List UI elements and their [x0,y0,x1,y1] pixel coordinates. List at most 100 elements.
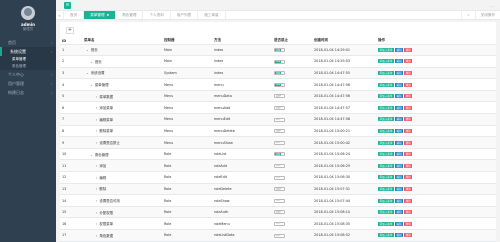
table-row[interactable]: 12› 编辑RoleroleEditONOFF 2018-01-04 15:06:… [60,171,496,184]
toggle-switch[interactable]: ON [274,48,285,53]
delete-button[interactable]: 删除 [404,140,413,145]
toggle-switch[interactable]: ONOFF [274,117,285,122]
table-row[interactable]: 6› 添加菜单MenumenuAddONOFF 2018-01-04 14:47:… [60,101,496,115]
edit-button[interactable]: 编辑 [394,198,404,203]
tab[interactable]: 个人资料 [143,11,171,19]
add-child-button[interactable]: 添加子菜单 [378,140,394,145]
delete-button[interactable]: 删除 [404,186,413,191]
sidebar-item[interactable]: 首页 ‹ [0,38,56,47]
menu-toggle-icon[interactable]: ≡ [64,2,71,9]
add-child-button[interactable]: 添加子菜单 [378,163,394,168]
toggle-switch[interactable]: ONOFF [274,163,285,168]
edit-button[interactable]: 编辑 [394,117,404,122]
caret-down-icon[interactable]: ⌄ [86,71,89,75]
caret-down-icon[interactable]: ⌄ [86,48,89,52]
table-row[interactable]: 10 ⌄ 角色管理 Role roleList ON 2018-01-04 15:06:2… [60,148,496,161]
edit-button[interactable]: 编辑 [394,105,404,110]
add-child-button[interactable]: 添加子菜单 [378,233,394,238]
delete-button[interactable]: 删除 [404,175,413,180]
table-row[interactable]: 1 ⌄ 首页 Main index ON 2018-01-04 14:29:01 添加子菜单… [60,44,496,57]
add-child-button[interactable]: 添加子菜单 [378,128,394,133]
table-row[interactable]: 3 ⌄ 系统设置 System index ON 2018-01-04 14:47:55 添… [60,67,496,80]
add-child-button[interactable]: 添加子菜单 [378,82,394,87]
sidebar-item[interactable]: 构建日志 ‹ [0,88,56,97]
add-child-button[interactable]: 添加子菜单 [378,175,394,180]
add-button[interactable]: + [66,26,74,34]
tabs-scroll-right-icon[interactable]: » [461,11,474,19]
table-row[interactable]: 5› 菜单数据MenumenuDataONOFF 2018-01-04 14:47… [60,90,496,103]
tab[interactable]: 角色管理 [116,11,144,19]
delete-button[interactable]: 删除 [404,70,413,75]
tab[interactable]: 菜单管理 ✖ [84,11,117,19]
sidebar-item[interactable]: 用户管理 ‹ [0,79,56,88]
add-child-button[interactable]: 添加子菜单 [378,221,394,226]
add-child-button[interactable]: 添加子菜单 [378,94,394,99]
tab[interactable]: 施工单量 [198,11,226,19]
sidebar-subitem[interactable]: 角色管理 [0,63,56,70]
toggle-switch[interactable]: ONOFF [274,175,285,180]
tabs-scroll-left-icon[interactable]: « [56,11,64,19]
edit-button[interactable]: 编辑 [394,94,404,99]
table-row[interactable]: 14› 设置是否可用RoleroleShowONOFF 2018-01-04 15… [60,194,496,207]
delete-button[interactable]: 删除 [404,233,413,238]
toggle-switch[interactable]: ONOFF [274,221,285,226]
toggle-switch[interactable]: ONOFF [274,140,285,145]
delete-button[interactable]: 删除 [404,210,413,215]
edit-button[interactable]: 编辑 [394,210,404,215]
add-child-button[interactable]: 添加子菜单 [378,210,394,215]
toggle-switch[interactable]: ON [274,71,285,76]
add-child-button[interactable]: 添加子菜单 [378,186,394,191]
edit-button[interactable]: 编辑 [394,233,404,238]
delete-button[interactable]: 删除 [404,128,413,133]
add-child-button[interactable]: 添加子菜单 [378,152,394,157]
delete-button[interactable]: 删除 [404,198,413,203]
table-row[interactable]: 4 ⌄ 菜单管理 Menu menu ON 2018-01-04 14:47:56 添加子菜… [60,78,496,91]
edit-button[interactable]: 编辑 [394,186,404,191]
toggle-switch[interactable]: ON [274,82,285,87]
delete-button[interactable]: 删除 [404,105,413,110]
add-child-button[interactable]: 添加子菜单 [378,47,394,52]
edit-button[interactable]: 编辑 [394,221,404,226]
tab[interactable]: 首页 [64,11,85,19]
edit-button[interactable]: 编辑 [394,128,404,133]
toggle-switch[interactable]: ONOFF [274,198,285,203]
toggle-switch[interactable]: ONOFF [274,94,285,99]
table-row[interactable]: 16› 权限菜单RoleroleMenuONOFF 2018-01-04 15:0… [60,217,496,230]
table-row[interactable]: 11› 添加RoleroleAddONOFF 2018-01-04 15:06:2… [60,159,496,173]
delete-button[interactable]: 删除 [404,163,413,168]
toggle-switch[interactable]: ONOFF [274,233,285,238]
close-operations-button[interactable]: 关闭操作 [474,11,500,19]
edit-button[interactable]: 编辑 [394,140,404,145]
toggle-switch[interactable]: ONOFF [274,106,285,111]
delete-button[interactable]: 删除 [404,47,413,52]
toggle-switch[interactable]: ON [274,59,285,64]
delete-button[interactable]: 删除 [404,221,413,226]
delete-button[interactable]: 删除 [404,152,413,157]
edit-button[interactable]: 编辑 [394,59,404,64]
delete-button[interactable]: 删除 [404,59,413,64]
avatar[interactable] [21,6,35,20]
toggle-switch[interactable]: ONOFF [274,129,285,134]
toggle-switch[interactable]: ONOFF [274,187,285,192]
edit-button[interactable]: 编辑 [394,70,404,75]
table-row[interactable]: 15› 分配权限RoleroleAuthONOFF 2018-01-04 15:0… [60,206,496,219]
edit-button[interactable]: 编辑 [394,82,404,87]
add-child-button[interactable]: 添加子菜单 [378,198,394,203]
table-row[interactable]: 7› 编辑菜单MenumenuEditONOFF 2018-01-04 14:47… [60,113,496,126]
toggle-switch[interactable]: ONOFF [274,210,285,215]
add-child-button[interactable]: 添加子菜单 [378,70,394,75]
edit-button[interactable]: 编辑 [394,47,404,52]
add-child-button[interactable]: 添加子菜单 [378,117,394,122]
sidebar-subitem[interactable]: 菜单管理 [0,56,56,63]
caret-down-icon[interactable]: ⌄ [90,60,93,64]
table-row[interactable]: 13› 删除RoleroleDeleteONOFF 2018-01-04 15:0… [60,183,496,196]
toggle-switch[interactable]: ON [274,152,285,157]
tab[interactable]: 用户列表 [171,11,199,19]
table-row[interactable]: 9› 设置是否禁止MenumenuShowONOFF 2018-01-04 15:… [60,136,496,149]
caret-down-icon[interactable]: ⌄ [90,153,93,157]
add-child-button[interactable]: 添加子菜单 [378,105,394,110]
caret-down-icon[interactable]: ⌄ [90,83,93,87]
delete-button[interactable]: 删除 [404,94,413,99]
sidebar-item[interactable]: 个人中心 ‹ [0,70,56,79]
edit-button[interactable]: 编辑 [394,152,404,157]
